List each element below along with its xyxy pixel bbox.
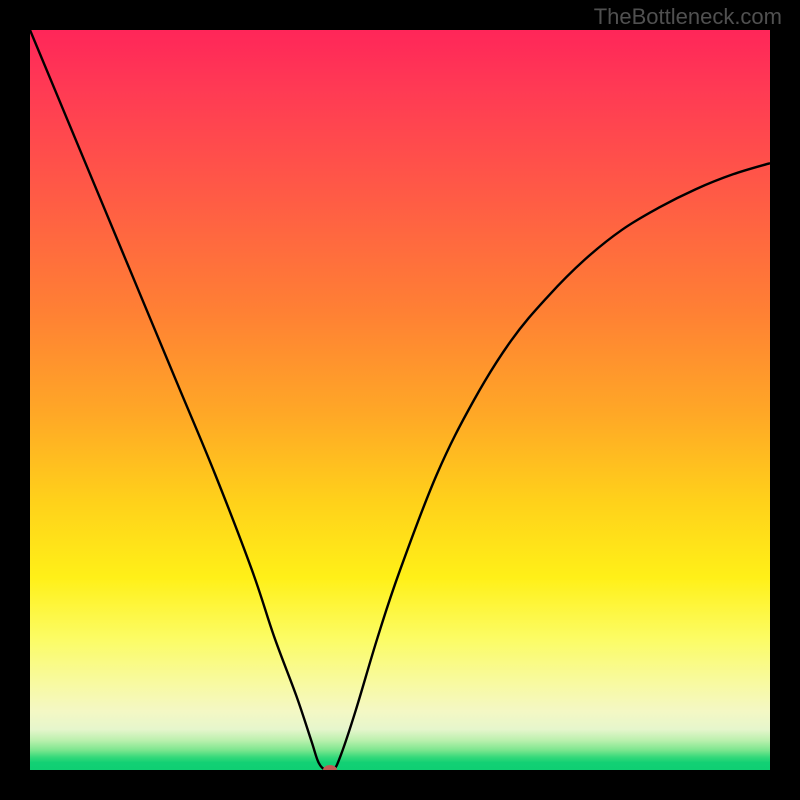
- optimal-point-marker: [323, 765, 337, 770]
- bottleneck-curve: [30, 30, 770, 770]
- watermark-text: TheBottleneck.com: [594, 4, 782, 30]
- chart-frame: TheBottleneck.com: [0, 0, 800, 800]
- plot-area: [30, 30, 770, 770]
